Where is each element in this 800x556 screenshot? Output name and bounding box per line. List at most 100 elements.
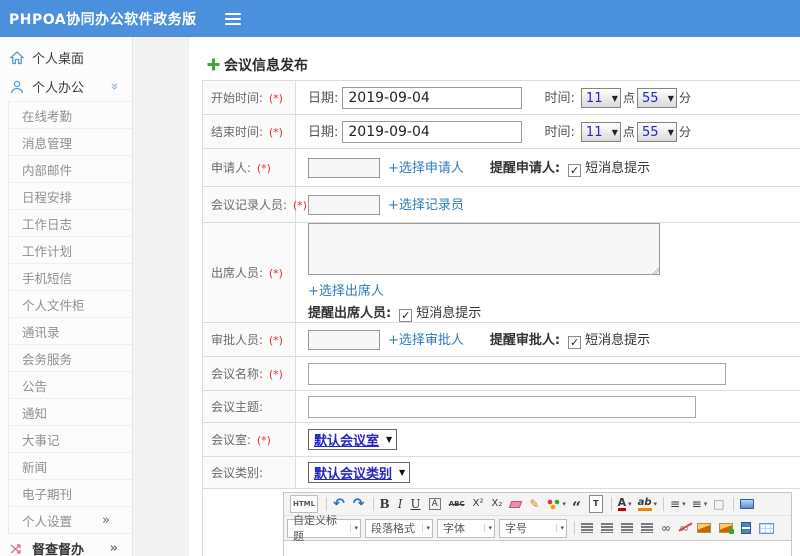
choose-attendees-link[interactable]: +选择出席人 <box>308 280 800 299</box>
sidebar-item-personal-file-cabinet[interactable]: 个人文件柜 <box>9 290 132 317</box>
paste-as-text-button[interactable]: T <box>586 495 607 513</box>
chevron-down-icon: » <box>106 82 122 91</box>
html-source-button[interactable]: HTML <box>287 495 323 513</box>
choose-applicant-link[interactable]: +选择申请人 <box>388 161 464 176</box>
blockquote-button[interactable]: “ <box>569 495 586 515</box>
choose-approver-link[interactable]: +选择审批人 <box>388 333 464 348</box>
sidebar-item-mobile-sms[interactable]: 手机短信 <box>9 263 132 290</box>
end-hour-select[interactable]: 11 ▼ <box>580 122 621 142</box>
redo-button[interactable]: ↷ <box>350 495 370 513</box>
sms-remind-checkbox[interactable]: ✓ <box>399 309 413 322</box>
recorder-input[interactable] <box>308 194 380 215</box>
align-center-button[interactable] <box>598 519 618 537</box>
sidebar-subitem-label: 内部邮件 <box>22 162 73 178</box>
sidebar-item-major-events[interactable]: 大事记 <box>9 425 132 452</box>
italic-button[interactable]: I <box>395 495 408 513</box>
sidebar-item-personal-settings[interactable]: 个人设置 » <box>9 506 132 533</box>
end-minute-select[interactable]: 55 ▼ <box>636 122 677 142</box>
page-title: 会议信息发布 <box>224 57 308 74</box>
underline-button[interactable]: U <box>407 495 425 513</box>
field-label: 会议记录人员: <box>211 198 288 212</box>
fullscreen-button[interactable] <box>737 495 759 513</box>
sidebar-subitem-label: 日程安排 <box>22 189 73 205</box>
field-label: 结束时间: <box>211 125 264 139</box>
meeting-room-select[interactable]: 默认会议室 ▼ <box>308 429 398 450</box>
applicant-input[interactable] <box>308 157 380 178</box>
font-color-button[interactable]: A ▾ <box>615 495 635 513</box>
sidebar-subitem-label: 工作计划 <box>22 243 73 259</box>
superscript-button[interactable]: X² <box>470 495 489 513</box>
sidebar-item-internal-mail[interactable]: 内部邮件 <box>9 155 132 182</box>
start-minute-select[interactable]: 55 ▼ <box>636 88 677 108</box>
sidebar-item-message-management[interactable]: 消息管理 <box>9 128 132 155</box>
select-arrow-icon: ▼ <box>667 93 674 103</box>
font-border-button[interactable]: A <box>426 495 446 513</box>
form-row-recorder: 会议记录人员: (*) +选择记录员 <box>202 186 800 223</box>
end-date-input[interactable] <box>342 120 523 143</box>
required-marker: (*) <box>256 162 271 175</box>
custom-title-select[interactable]: 自定义标题 ▾ <box>287 514 361 543</box>
highlight-color-button[interactable]: ab ▾ <box>635 495 660 513</box>
font-size-select[interactable]: 字号 ▾ <box>499 518 567 538</box>
ordered-list-button[interactable]: ≡ ▾ <box>667 495 689 513</box>
undo-button[interactable]: ↶ <box>330 495 350 513</box>
sidebar-item-announcement[interactable]: 公告 <box>9 371 132 398</box>
sidebar-item-contacts[interactable]: 通讯录 <box>9 317 132 344</box>
meeting-name-input[interactable] <box>308 362 726 385</box>
align-right-button[interactable] <box>618 519 638 537</box>
sms-remind-checkbox[interactable]: ✓ <box>568 336 582 350</box>
sidebar-item-schedule[interactable]: 日程安排 <box>9 182 132 209</box>
attendees-textarea[interactable] <box>308 223 660 275</box>
unordered-list-button[interactable]: ≡ ▾ <box>689 495 711 513</box>
upload-image-button[interactable] <box>716 519 738 537</box>
strikethrough-button[interactable]: ABC <box>446 495 470 513</box>
start-hour-select[interactable]: 11 ▼ <box>580 88 621 108</box>
format-brush-button[interactable]: ✎ <box>526 495 544 513</box>
new-page-button[interactable]: □ <box>710 495 729 513</box>
sidebar-subitem-label: 个人文件柜 <box>22 297 85 313</box>
meeting-category-select[interactable]: 默认会议类别 ▼ <box>308 462 411 483</box>
toolbar-separator <box>574 521 575 535</box>
sidebar-item-work-log[interactable]: 工作日志 <box>9 209 132 236</box>
justify-button[interactable] <box>638 519 658 537</box>
sidebar-item-online-attendance[interactable]: 在线考勤 <box>9 101 132 128</box>
shuffle-icon <box>10 543 21 554</box>
align-left-button[interactable] <box>578 519 598 537</box>
hour-suffix: 点 <box>622 124 635 139</box>
meeting-subject-input[interactable] <box>308 395 696 418</box>
form-row-editor: HTML ↶ ↷ B I U A ABC X² X₂ ✎ ▾ “T A ▾ ab ▾ ≡ ▾ ≡ ▾ □ 自定义标题 ▾ 段… <box>202 488 800 556</box>
approver-input[interactable] <box>308 329 380 350</box>
remove-format-button[interactable] <box>507 495 526 513</box>
field-label: 会议主题: <box>211 400 264 414</box>
editor-content-area[interactable] <box>284 540 791 556</box>
page-break-button[interactable] <box>738 519 756 537</box>
sidebar-item-personal-office[interactable]: 个人办公 » <box>0 72 132 101</box>
sidebar-item-work-plan[interactable]: 工作计划 <box>9 236 132 263</box>
form-row-meeting-room: 会议室: (*) 默认会议室 ▼ <box>202 422 800 457</box>
color-palette-button[interactable]: ▾ <box>544 495 569 513</box>
sidebar-item-meeting-service[interactable]: 会务服务 <box>9 344 132 371</box>
subscript-button[interactable]: X₂ <box>488 495 507 513</box>
start-date-input[interactable] <box>342 86 523 109</box>
insert-link-button[interactable]: ∞ <box>658 519 676 537</box>
sidebar-item-e-journal[interactable]: 电子期刊 <box>9 479 132 506</box>
date-label: 日期: <box>308 90 339 106</box>
required-marker: (*) <box>268 126 283 139</box>
sidebar-item-personal-desktop[interactable]: 个人桌面 <box>0 43 132 72</box>
remove-link-button[interactable]: ∞ <box>676 519 694 537</box>
choose-recorder-link[interactable]: +选择记录员 <box>388 198 464 213</box>
sidebar-subitem-label: 会务服务 <box>22 351 73 367</box>
paragraph-format-select[interactable]: 段落格式 ▾ <box>365 518 433 538</box>
sms-remind-checkbox[interactable]: ✓ <box>568 164 582 178</box>
sidebar-item-label: 督查督办 <box>32 543 85 556</box>
sidebar-item-news[interactable]: 新闻 <box>9 452 132 479</box>
insert-image-button[interactable] <box>694 519 716 537</box>
menu-icon[interactable] <box>224 12 241 25</box>
sidebar-item-supervision[interactable]: 督查督办 » <box>0 534 132 556</box>
required-marker: (*) <box>256 434 271 447</box>
insert-table-button[interactable] <box>756 519 779 537</box>
rich-text-editor: HTML ↶ ↷ B I U A ABC X² X₂ ✎ ▾ “T A ▾ ab ▾ ≡ ▾ ≡ ▾ □ 自定义标题 ▾ 段… <box>283 492 792 556</box>
bold-button[interactable]: B <box>377 495 395 513</box>
font-family-select[interactable]: 字体 ▾ <box>437 518 495 538</box>
sidebar-item-notice[interactable]: 通知 <box>9 398 132 425</box>
